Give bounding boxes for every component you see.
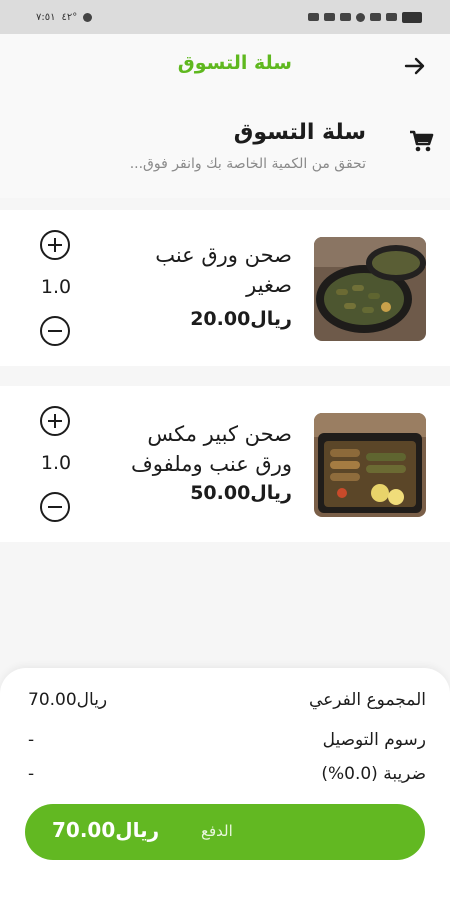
tax-label: ضريبة (0.0%) — [321, 764, 426, 784]
wifi-icon — [386, 13, 397, 21]
item-image — [314, 413, 426, 517]
app-bar: سلة التسوق — [0, 34, 450, 98]
alarm-icon — [83, 12, 93, 22]
status-time: ٧:٥١ — [36, 11, 56, 23]
status-bar: ٧:٥١ ٤٢° — [0, 0, 450, 34]
item-name: صحن ورق عنب صغير — [155, 243, 292, 297]
cart-item: صحن كبير مكس ورق عنب وملفوف ريال50.00 1.… — [0, 386, 450, 542]
pay-button-label: الدفع — [201, 822, 233, 840]
whatsapp-icon — [356, 12, 365, 22]
plus-circle-icon[interactable] — [40, 406, 70, 436]
subtotal-value: ريال70.00 — [28, 690, 108, 710]
item-quantity: 1.0 — [40, 276, 72, 298]
item-quantity: 1.0 — [40, 452, 72, 474]
minus-circle-icon[interactable] — [40, 316, 70, 346]
plus-circle-icon[interactable] — [40, 230, 70, 260]
status-temp: ٤٢° — [61, 11, 78, 23]
arrow-right-icon[interactable] — [402, 54, 428, 78]
pay-button[interactable]: الدفع ريال70.00 — [25, 804, 425, 860]
cart-item: صحن ورق عنب صغير ريال20.00 1.0 — [0, 210, 450, 366]
cart-header: سلة التسوق تحقق من الكمية الخاصة بك وانق… — [0, 98, 450, 198]
tax-value: - — [28, 764, 35, 784]
status-left: ٧:٥١ ٤٢° — [36, 11, 93, 23]
item-price: ريال50.00 — [190, 482, 292, 504]
item-image — [314, 237, 426, 341]
order-summary: المجموع الفرعي ريال70.00 رسوم التوصيل - … — [0, 668, 450, 900]
battery-icon — [402, 11, 422, 23]
youtube-icon — [340, 13, 351, 21]
minus-circle-icon[interactable] — [40, 492, 70, 522]
app-bar-title: سلة التسوق — [177, 52, 292, 74]
item-name: صحن كبير مكس ورق عنب وملفوف — [131, 422, 292, 476]
signal-icon — [370, 13, 381, 21]
delivery-fee-value: - — [28, 730, 35, 750]
youtube-icon — [324, 13, 335, 21]
delivery-fee-label: رسوم التوصيل — [322, 730, 426, 750]
page-title: سلة التسوق — [233, 120, 366, 145]
notification-icon — [308, 13, 319, 21]
shopping-cart-icon — [410, 130, 434, 152]
subtotal-label: المجموع الفرعي — [308, 690, 426, 710]
status-right — [308, 11, 422, 23]
item-price: ريال20.00 — [190, 308, 292, 330]
page-subtitle: تحقق من الكمية الخاصة بك وانقر فوق... — [129, 156, 366, 172]
pay-total: ريال70.00 — [52, 818, 160, 842]
